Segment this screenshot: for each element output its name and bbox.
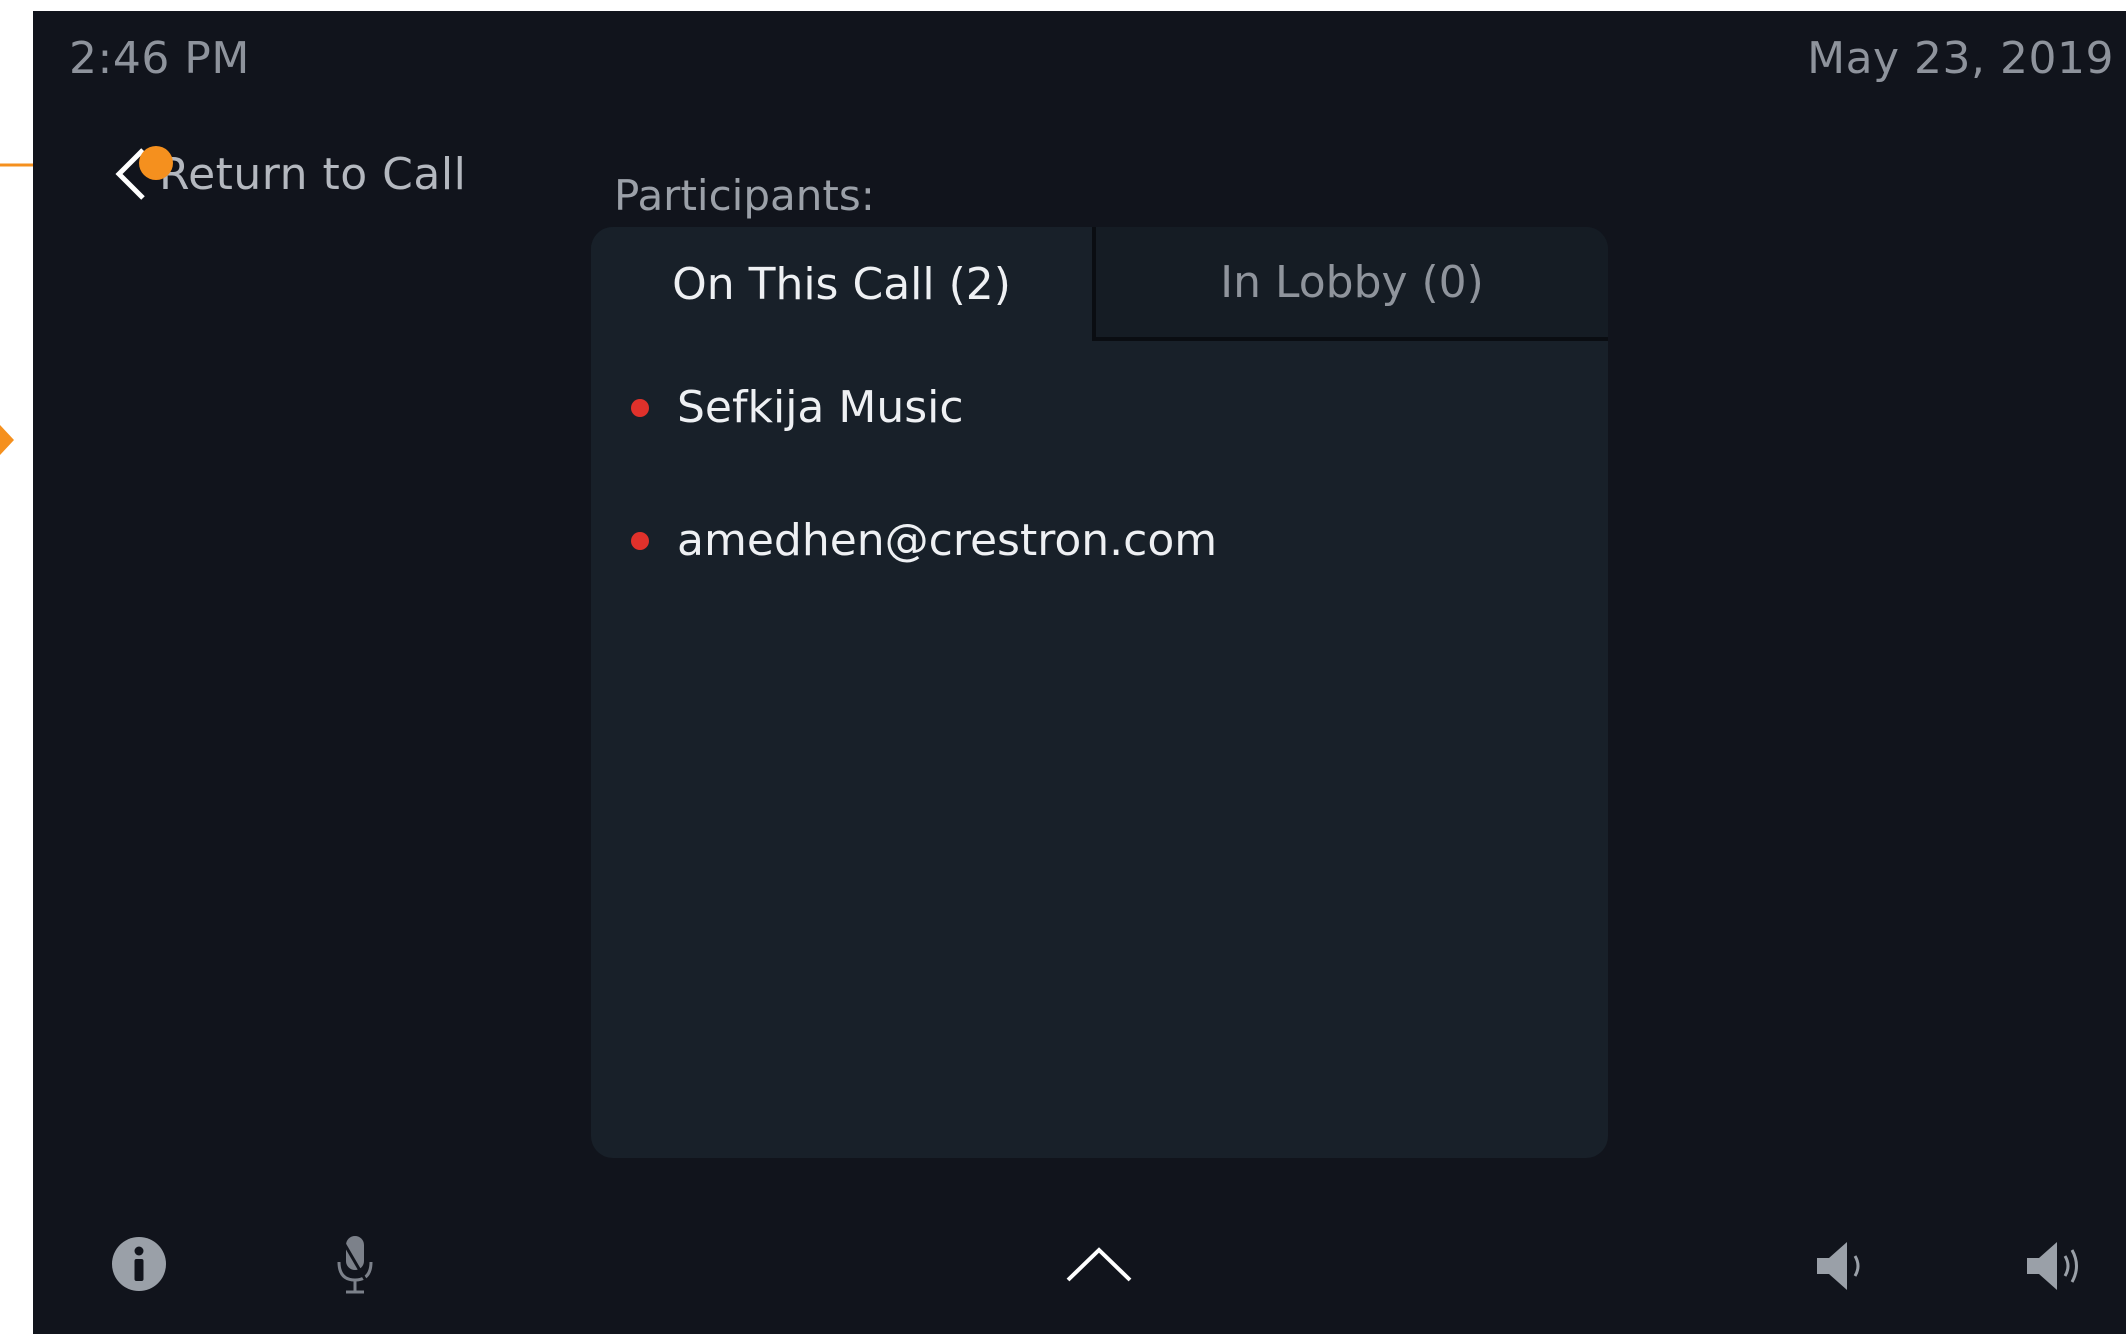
tab-in-lobby[interactable]: In Lobby (0) [1096,227,1608,341]
date: May 23, 2019 [1807,33,2114,84]
touch-panel-screen: 2:46 PM May 23, 2019 Return to Call Part… [33,11,2126,1334]
participant-row[interactable]: Sefkija Music [591,341,1608,474]
participant-list: Sefkija Music amedhen@crestron.com [591,341,1608,607]
tab-on-this-call[interactable]: On This Call (2) [591,227,1096,341]
microphone-muted-icon[interactable] [333,1234,377,1298]
chevron-up-icon[interactable] [1065,1244,1133,1284]
volume-up-icon[interactable] [2023,1238,2087,1294]
annotation-marker-dot [139,146,173,180]
bottom-control-bar [33,1194,2126,1334]
volume-down-icon[interactable] [1813,1238,1869,1294]
return-to-call-label: Return to Call [159,148,467,200]
clock: 2:46 PM [69,33,250,84]
status-dot-icon [631,398,649,417]
annotation-arrow-marker [0,425,14,455]
participants-tabs: On This Call (2) In Lobby (0) [591,227,1608,341]
status-dot-icon [631,531,649,550]
participant-name: Sefkija Music [677,382,964,433]
participants-panel: On This Call (2) In Lobby (0) Sefkija Mu… [591,227,1608,1158]
participant-row[interactable]: amedhen@crestron.com [591,474,1608,607]
info-icon[interactable] [111,1236,167,1292]
participants-heading: Participants: [614,171,875,220]
participant-name: amedhen@crestron.com [677,515,1218,566]
